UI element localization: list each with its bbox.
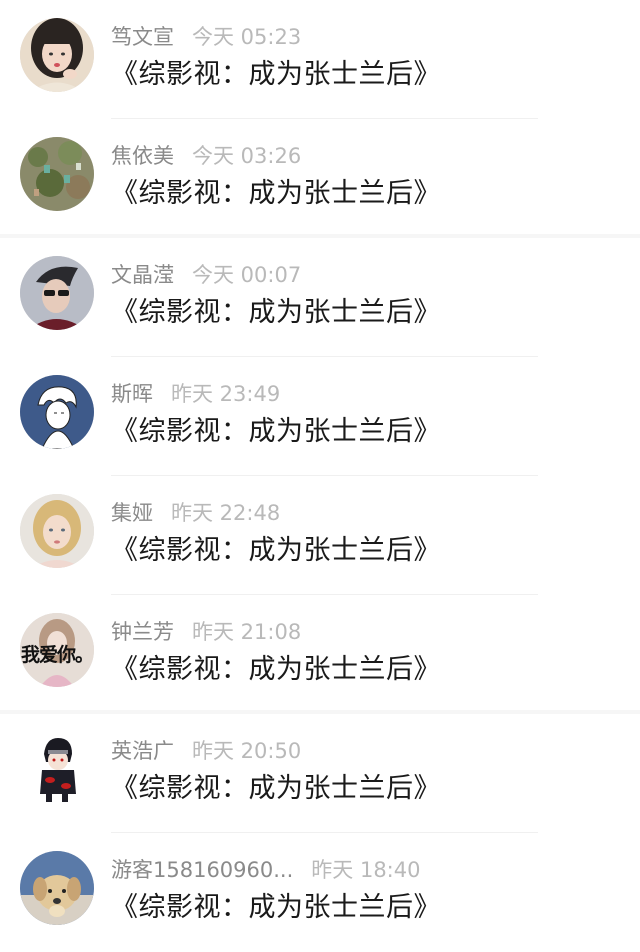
timestamp: 昨天 18:40 [311, 858, 421, 882]
avatar-girl-photo-icon [20, 18, 94, 92]
user-avatar[interactable] [20, 256, 94, 330]
username[interactable]: 集娅 [111, 501, 153, 525]
comment-item[interactable]: 英浩广 昨天 20:50 《综影视：成为张士兰后》 [0, 714, 640, 833]
avatar-puppy-icon [20, 851, 94, 925]
timestamp: 昨天 20:50 [192, 739, 302, 763]
user-avatar[interactable] [20, 732, 94, 806]
username[interactable]: 钟兰芳 [111, 620, 174, 644]
comment-item[interactable]: 笃文宣 今天 05:23 《综影视：成为张士兰后》 [0, 0, 640, 119]
timestamp: 今天 00:07 [192, 263, 302, 287]
comment-item[interactable]: 我爱你。 钟兰芳 昨天 21:08 《综影视：成为张士兰后》 [0, 595, 640, 714]
username[interactable]: 游客158160960... [111, 858, 293, 882]
comment-text: 《综影视：成为张士兰后》 [111, 535, 441, 566]
comment-item[interactable]: 焦依美 今天 03:26 《综影视：成为张士兰后》 [0, 119, 640, 238]
comment-text: 《综影视：成为张士兰后》 [111, 416, 441, 447]
username[interactable]: 焦依美 [111, 144, 174, 168]
user-avatar[interactable] [20, 851, 94, 925]
username[interactable]: 英浩广 [111, 739, 174, 763]
user-avatar[interactable]: 我爱你。 [20, 613, 94, 687]
comment-item[interactable]: 斯晖 昨天 23:49 《综影视：成为张士兰后》 [0, 357, 640, 476]
comment-item[interactable]: 文晶滢 今天 00:07 《综影视：成为张士兰后》 [0, 238, 640, 357]
avatar-blonde-girl-icon [20, 494, 94, 568]
timestamp: 昨天 21:08 [192, 620, 302, 644]
user-avatar[interactable] [20, 494, 94, 568]
avatar-anime-sketch-icon [20, 375, 94, 449]
comment-item[interactable]: 集娅 昨天 22:48 《综影视：成为张士兰后》 [0, 476, 640, 595]
comment-text: 《综影视：成为张士兰后》 [111, 59, 441, 90]
user-avatar[interactable] [20, 375, 94, 449]
avatar-caption: 我爱你。 [20, 644, 94, 666]
comment-text: 《综影视：成为张士兰后》 [111, 654, 441, 685]
avatar-garden-photo-icon [20, 137, 94, 211]
username[interactable]: 斯晖 [111, 382, 153, 406]
comment-text: 《综影视：成为张士兰后》 [111, 892, 441, 923]
user-avatar[interactable] [20, 137, 94, 211]
comment-list: 笃文宣 今天 05:23 《综影视：成为张士兰后》 焦依美 今天 03:26 《综影… [0, 0, 640, 952]
timestamp: 今天 03:26 [192, 144, 302, 168]
comment-text: 《综影视：成为张士兰后》 [111, 178, 441, 209]
timestamp: 昨天 23:49 [171, 382, 281, 406]
timestamp: 昨天 22:48 [171, 501, 281, 525]
username[interactable]: 笃文宣 [111, 25, 174, 49]
username[interactable]: 文晶滢 [111, 263, 174, 287]
avatar-man-sunglasses-icon [20, 256, 94, 330]
comment-item[interactable]: 游客158160960... 昨天 18:40 《综影视：成为张士兰后》 [0, 833, 640, 952]
avatar-anime-ninja-icon [20, 732, 94, 806]
comment-text: 《综影视：成为张士兰后》 [111, 297, 441, 328]
user-avatar[interactable] [20, 18, 94, 92]
timestamp: 今天 05:23 [192, 25, 302, 49]
comment-text: 《综影视：成为张士兰后》 [111, 773, 441, 804]
